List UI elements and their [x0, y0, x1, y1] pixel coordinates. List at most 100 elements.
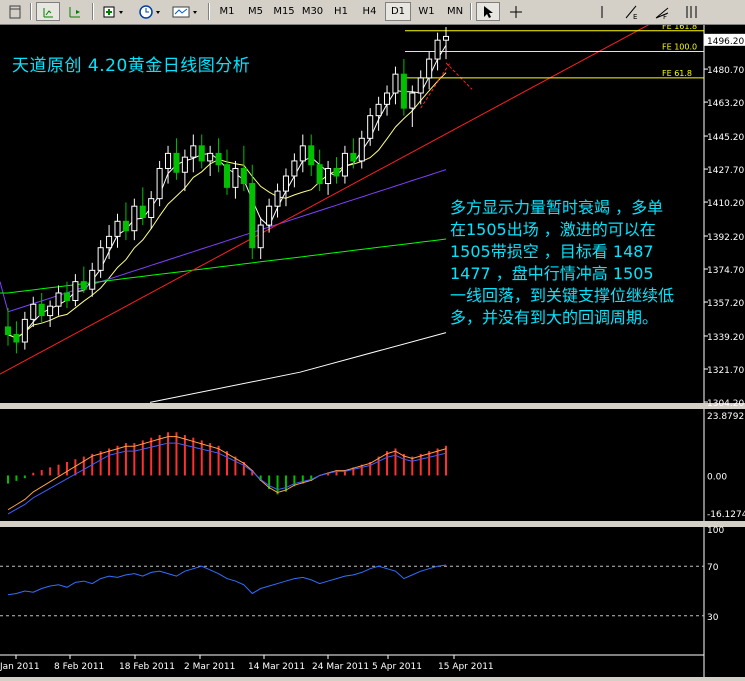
- analysis-line: 1505带损空 ，目标看 1487: [450, 242, 654, 261]
- candle-body: [384, 92, 391, 105]
- candle-body: [72, 281, 79, 302]
- candle-body: [173, 152, 180, 173]
- indicators-button[interactable]: [100, 2, 128, 21]
- analysis-line: 在1505出场 ，激进的可以在: [450, 220, 656, 239]
- chart-window[interactable]: 1496.20 1480.70 1463.20 1445.20 1427.70 1410.…: [0, 0, 745, 677]
- price-tick-label: 1410.20: [707, 199, 744, 209]
- crosshair-tool[interactable]: [504, 2, 528, 21]
- fib-level-label: FE 100.0: [662, 43, 697, 52]
- timeframe-button-h1[interactable]: H1: [328, 2, 354, 21]
- toolbar: E F M1 M5 M15 M30 H1 H4 D1 W1 MN: [0, 0, 745, 25]
- macd-tick-label: -16.1274: [707, 510, 745, 520]
- analysis-line: 多方显示力量暂时衰竭 ，多单: [450, 198, 664, 217]
- candle-body: [232, 167, 239, 188]
- crosshair-icon: [510, 5, 522, 18]
- rsi-tick-label: 30: [707, 613, 719, 623]
- pointer-tool[interactable]: [476, 2, 500, 21]
- candle-body: [400, 73, 407, 109]
- price-tick-label: 1445.20: [707, 133, 744, 143]
- timeframe-button-m1[interactable]: M1: [214, 2, 240, 21]
- autoscroll-icon: [43, 7, 53, 17]
- timeframe-button-m5[interactable]: M5: [243, 2, 269, 21]
- candle-body: [249, 183, 256, 249]
- vertical-line-tool[interactable]: [590, 2, 614, 21]
- fibo-time-tool[interactable]: [680, 2, 704, 21]
- timeframe-button-w1[interactable]: W1: [414, 2, 440, 21]
- candle-body: [63, 292, 70, 302]
- candle-body: [308, 145, 315, 166]
- templates-button[interactable]: [170, 2, 202, 21]
- timeframe-button-mn[interactable]: MN: [442, 2, 468, 21]
- candle-body: [89, 269, 96, 290]
- candle-body: [215, 152, 222, 166]
- clock-icon: [139, 4, 160, 19]
- candle-body: [367, 115, 374, 139]
- template-icon: [172, 6, 197, 17]
- candle-body: [97, 247, 104, 271]
- price-tick-label: 1339.20: [707, 333, 744, 343]
- timeframe-button-d1[interactable]: D1: [385, 2, 411, 21]
- candle-body: [442, 35, 450, 41]
- candle-body: [299, 145, 306, 162]
- price-tick-label: 1374.70: [707, 266, 744, 276]
- autoscroll-button[interactable]: [36, 2, 60, 21]
- rsi-tick-label: 70: [707, 563, 719, 573]
- timeframe-button-h4[interactable]: H4: [357, 2, 383, 21]
- candle-body: [240, 167, 247, 185]
- toolbar-separator: [92, 3, 94, 20]
- timeframe-button-m30[interactable]: M30: [300, 2, 326, 21]
- candle-body: [274, 190, 281, 207]
- candle-body: [223, 164, 231, 188]
- candle-body: [434, 39, 441, 60]
- macd-tick-label: 0.00: [707, 472, 727, 482]
- time-tick-label: 2 Mar 2011: [184, 662, 235, 672]
- candle-body: [181, 156, 188, 173]
- candle-body: [417, 77, 424, 94]
- price-tick-label: 1480.70: [707, 66, 744, 76]
- candle-body: [114, 220, 121, 237]
- pane-splitter: [0, 403, 745, 409]
- arrow-cursor-icon: [484, 5, 493, 18]
- candle-body: [350, 152, 357, 162]
- candle-body: [30, 303, 37, 320]
- candle-body: [392, 73, 399, 94]
- chart-shift-button[interactable]: [64, 2, 86, 21]
- timeframe-button-m15[interactable]: M15: [271, 2, 297, 21]
- toolbar-separator: [208, 3, 210, 20]
- price-tick-label: 1321.70: [707, 366, 744, 376]
- analysis-line: 一线回落，到关键支撑位继续低: [450, 286, 675, 305]
- fibo-fan-tool[interactable]: F: [650, 2, 674, 21]
- candle-body: [375, 103, 382, 117]
- fibo-expansion-tool[interactable]: E: [620, 2, 644, 21]
- fibo-time-icon: [686, 5, 697, 18]
- pane-splitter: [0, 521, 745, 527]
- vertical-line-icon: [601, 5, 603, 18]
- time-tick-label: 5 Apr 2011: [372, 662, 422, 672]
- candle-body: [291, 160, 298, 177]
- svg-text:E: E: [633, 13, 637, 20]
- ma-200-line: [149, 332, 447, 403]
- macd-tick-label: 23.8792: [707, 412, 744, 422]
- candle-body: [409, 92, 416, 109]
- candle-body: [198, 145, 205, 162]
- price-tick-label: 1463.20: [707, 99, 744, 109]
- candle-body: [13, 333, 20, 343]
- time-tick-label: Jan 2011: [0, 662, 40, 672]
- toolbar-separator: [30, 3, 32, 20]
- time-tick-label: 18 Feb 2011: [119, 662, 175, 672]
- candle-body: [156, 167, 163, 200]
- toolbar-separator: [470, 3, 472, 20]
- periods-button[interactable]: [136, 2, 166, 21]
- analysis-line: 多，并没有到大的回调周期。: [450, 308, 659, 327]
- analysis-annotation: 多方显示力量暂时衰竭 ，多单 在1505出场 ，激进的可以在 1505带损空 ，目标…: [450, 197, 674, 329]
- candle-body: [148, 198, 155, 219]
- price-tick-label: 1304.20: [707, 399, 744, 409]
- crosshair-cursor-icon[interactable]: [4, 2, 26, 21]
- price-tick-label: 1357.20: [707, 299, 744, 309]
- candle-body: [426, 58, 433, 79]
- time-tick-label: 8 Feb 2011: [54, 662, 104, 672]
- fibo-fan-icon: F: [655, 7, 669, 20]
- candle-body: [316, 164, 323, 185]
- rsi-line: [7, 564, 447, 596]
- candle-body: [333, 167, 340, 177]
